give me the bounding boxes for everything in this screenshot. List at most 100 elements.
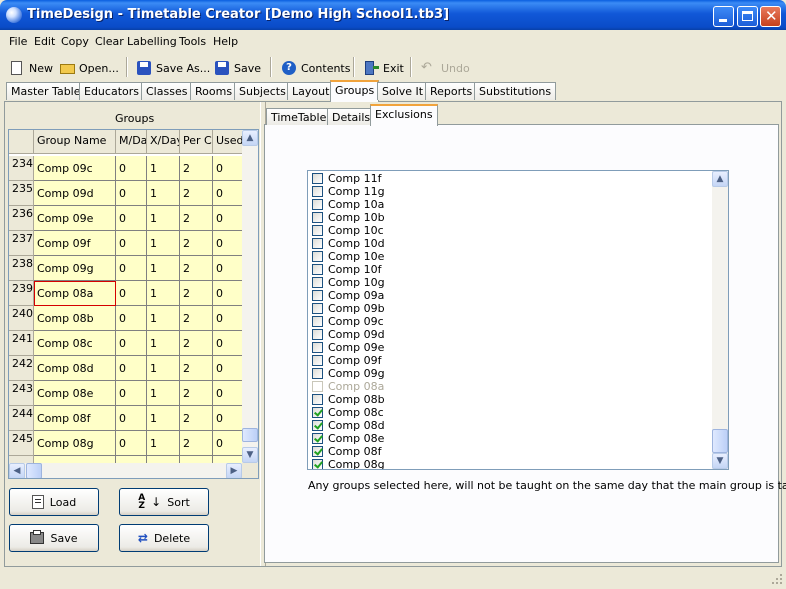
grid-row-number[interactable]: 240	[9, 306, 34, 331]
grid-cell[interactable]: 1	[147, 231, 180, 256]
undo-button[interactable]: ↶ Undo	[421, 58, 470, 78]
checkbox[interactable]	[312, 342, 323, 353]
grid-row-number[interactable]: 237	[9, 231, 34, 256]
grid-cell[interactable]: 1	[147, 356, 180, 381]
menu-tools[interactable]: Tools	[179, 35, 206, 48]
exclusion-item[interactable]: Comp 10c	[312, 224, 384, 237]
exclusion-item[interactable]: Comp 08b	[312, 393, 385, 406]
grid-row-number[interactable]: 234	[9, 156, 34, 181]
exclusion-item[interactable]: Comp 08a	[312, 380, 384, 393]
grid-cell[interactable]: 0	[116, 331, 147, 356]
grid-cell[interactable]: 2	[180, 331, 213, 356]
exclusion-item[interactable]: Comp 08f	[312, 445, 381, 458]
tab-master-table[interactable]: Master Table	[6, 82, 86, 100]
exclusion-item[interactable]: Comp 09e	[312, 341, 384, 354]
tab-details[interactable]: Details	[327, 108, 376, 125]
checkbox-checked[interactable]	[312, 433, 323, 444]
exit-button[interactable]: Exit	[363, 58, 404, 78]
save-group-button[interactable]: Save	[9, 524, 99, 552]
load-button[interactable]: Load	[9, 488, 99, 516]
grid-cell[interactable]: 0	[116, 256, 147, 281]
menu-file[interactable]: File	[9, 35, 27, 48]
tab-layout[interactable]: Layout	[287, 82, 335, 100]
scroll-down-arrow-icon[interactable]: ▼	[242, 447, 258, 463]
exclusion-item[interactable]: Comp 09c	[312, 315, 384, 328]
grid-cell[interactable]: 2	[180, 431, 213, 456]
checkbox[interactable]	[312, 329, 323, 340]
grid-cell[interactable]: 0	[116, 281, 147, 306]
exclusions-scroll-down-icon[interactable]: ▼	[712, 453, 728, 469]
grid-cell[interactable]: 0	[213, 256, 243, 281]
checkbox[interactable]	[312, 225, 323, 236]
scroll-left-arrow-icon[interactable]: ◀	[9, 463, 25, 478]
exclusion-item[interactable]: Comp 11f	[312, 172, 381, 185]
scroll-right-arrow-icon[interactable]: ▶	[226, 463, 242, 478]
grid-cell[interactable]: 0	[213, 431, 243, 456]
grid-cell[interactable]: 1	[147, 431, 180, 456]
tab-timetable[interactable]: TimeTable	[266, 108, 332, 125]
exclusions-vertical-scrollbar[interactable]: ▲ ▼	[712, 171, 728, 469]
checkbox-checked[interactable]	[312, 459, 323, 469]
grid-column-header[interactable]: Used	[213, 130, 243, 154]
tab-classes[interactable]: Classes	[141, 82, 193, 100]
grid-vertical-scrollbar[interactable]: ▲ ▼	[242, 130, 258, 463]
scroll-up-arrow-icon[interactable]: ▲	[242, 130, 258, 146]
grid-cell[interactable]: Comp 09d	[34, 181, 116, 206]
checkbox[interactable]	[312, 186, 323, 197]
grid-vscroll-thumb[interactable]	[242, 428, 258, 442]
grid-cell[interactable]: 2	[180, 306, 213, 331]
tab-subjects[interactable]: Subjects	[234, 82, 291, 100]
exclusion-item[interactable]: Comp 09a	[312, 289, 384, 302]
grid-cell[interactable]: 0	[116, 406, 147, 431]
grid-cell[interactable]: 0	[116, 206, 147, 231]
delete-button[interactable]: ⇄ Delete	[119, 524, 209, 552]
new-button[interactable]: New	[9, 58, 53, 78]
open-button[interactable]: Open...	[59, 58, 119, 78]
tab-exclusions[interactable]: Exclusions	[370, 104, 438, 126]
checkbox-checked[interactable]	[312, 420, 323, 431]
checkbox[interactable]	[312, 368, 323, 379]
grid-hscroll-thumb[interactable]	[26, 463, 42, 478]
grid-cell[interactable]: 1	[147, 306, 180, 331]
grid-horizontal-scrollbar[interactable]: ◀ ▶	[9, 463, 242, 478]
grid-cell[interactable]: 0	[116, 181, 147, 206]
exclusion-item[interactable]: Comp 08c	[312, 406, 384, 419]
exclusion-item[interactable]: Comp 11g	[312, 185, 385, 198]
sort-button[interactable]: AZ ↓ Sort	[119, 488, 209, 516]
grid-column-header[interactable]: M/Da	[116, 130, 147, 154]
grid-cell[interactable]: 2	[180, 356, 213, 381]
menu-copy[interactable]: Copy	[61, 35, 89, 48]
grid-row-number[interactable]: 244	[9, 406, 34, 431]
exclusion-item[interactable]: Comp 09d	[312, 328, 385, 341]
checkbox[interactable]	[312, 238, 323, 249]
grid-column-header[interactable]: Per Cy	[180, 130, 213, 154]
menu-edit[interactable]: Edit	[34, 35, 55, 48]
checkbox[interactable]	[312, 303, 323, 314]
exclusions-checklist[interactable]: Comp 11f Comp 11g Comp 10a Comp 10b Comp 10c…	[307, 170, 729, 470]
grid-cell[interactable]: 0	[116, 156, 147, 181]
exclusion-item[interactable]: Comp 10g	[312, 276, 385, 289]
grid-cell[interactable]: 0	[116, 356, 147, 381]
checkbox-checked[interactable]	[312, 446, 323, 457]
grid-cell[interactable]: 1	[147, 256, 180, 281]
grid-cell[interactable]: 1	[147, 206, 180, 231]
exclusion-item[interactable]: Comp 10d	[312, 237, 385, 250]
checkbox[interactable]	[312, 355, 323, 366]
save-toolbar-button[interactable]: Save	[214, 58, 261, 78]
minimize-button[interactable]	[713, 6, 734, 27]
exclusion-item[interactable]: Comp 10e	[312, 250, 384, 263]
grid-cell[interactable]: 0	[213, 356, 243, 381]
maximize-button[interactable]	[737, 6, 758, 27]
grid-row-number[interactable]: 236	[9, 206, 34, 231]
grid-cell[interactable]: Comp 08d	[34, 356, 116, 381]
checkbox[interactable]	[312, 277, 323, 288]
exclusion-item[interactable]: Comp 09f	[312, 354, 381, 367]
grid-cell[interactable]: 2	[180, 156, 213, 181]
checkbox[interactable]	[312, 316, 323, 327]
exclusion-item[interactable]: Comp 09g	[312, 367, 385, 380]
tab-educators[interactable]: Educators	[79, 82, 144, 100]
close-button[interactable]: ✕	[760, 6, 781, 27]
contents-button[interactable]: ? Contents	[281, 58, 350, 78]
grid-cell[interactable]: 0	[116, 306, 147, 331]
grid-cell[interactable]: 0	[116, 381, 147, 406]
